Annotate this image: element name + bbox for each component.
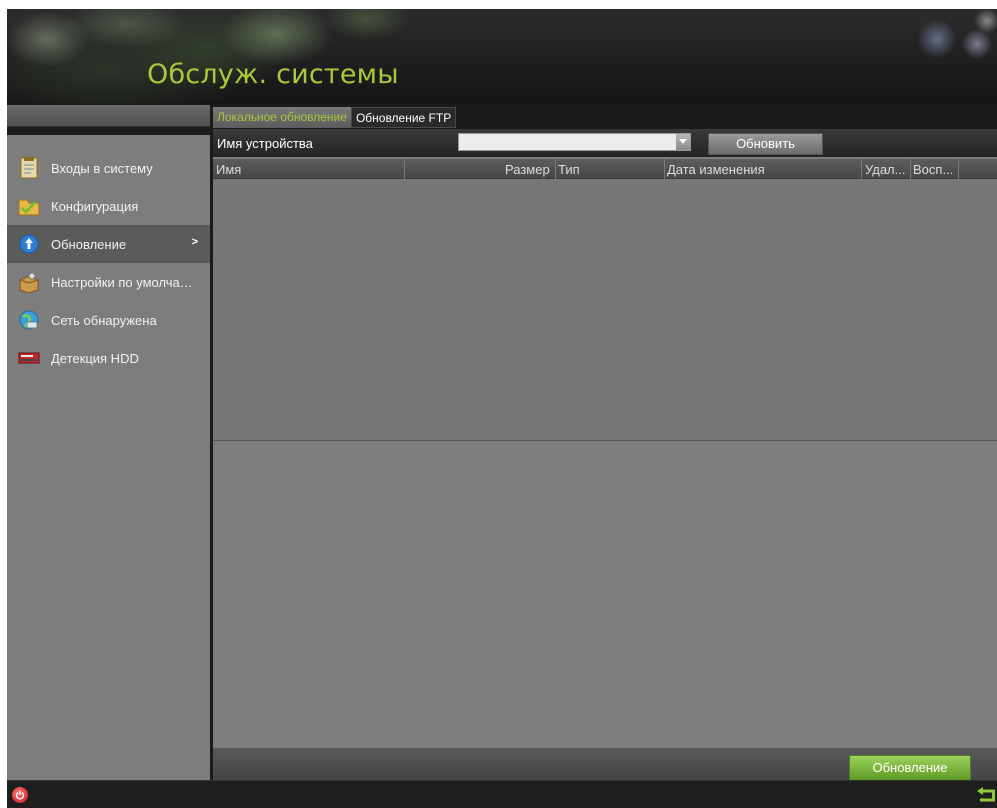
sidebar-item-label: Сеть обнаружена <box>51 312 157 328</box>
column-header-type[interactable]: Тип <box>558 162 580 177</box>
sidebar-item-logs[interactable]: Входы в систему <box>7 149 210 187</box>
action-bar: Обновление <box>213 748 997 781</box>
sidebar-item-defaults[interactable]: Настройки по умолчан... <box>7 263 210 301</box>
sidebar-item-label: Обновление <box>51 236 127 252</box>
upgrade-button[interactable]: Обновление <box>849 755 971 781</box>
column-header-name[interactable]: Имя <box>216 162 241 177</box>
page-title: Обслуж. системы <box>147 59 399 90</box>
column-divider[interactable] <box>861 159 862 179</box>
power-icon[interactable] <box>12 787 28 803</box>
column-header-date[interactable]: Дата изменения <box>667 162 765 177</box>
default-box-icon <box>18 271 40 293</box>
network-globe-icon <box>18 309 40 331</box>
device-row: Имя устройства Обновить <box>213 129 997 157</box>
sidebar-item-label: Конфигурация <box>51 198 139 214</box>
header-bokeh-image <box>857 9 997 104</box>
tab-ftp-upgrade[interactable]: Обновление FTP <box>350 107 457 128</box>
app-window: Обслуж. системы Входы в систему Конфигур… <box>7 9 997 808</box>
tab-local-upgrade[interactable]: Локальное обновление <box>213 107 351 128</box>
sidebar-item-upgrade[interactable]: Обновление > <box>7 225 210 263</box>
back-icon[interactable] <box>975 784 997 804</box>
content-panel: Имя устройства Обновить Имя Размер Тип Д… <box>213 129 997 781</box>
sidebar-item-network[interactable]: Сеть обнаружена <box>7 301 210 339</box>
column-divider[interactable] <box>404 159 405 179</box>
log-document-icon <box>18 157 40 179</box>
upgrade-arrow-icon <box>18 233 40 255</box>
device-select[interactable] <box>458 133 691 151</box>
chevron-right-icon: > <box>191 236 198 248</box>
column-divider[interactable] <box>664 159 665 179</box>
status-bar <box>7 780 997 808</box>
sidebar-item-hdd[interactable]: Детекция HDD <box>7 339 210 377</box>
chevron-down-icon[interactable] <box>676 134 690 150</box>
device-name-label: Имя устройства <box>217 136 313 151</box>
hdd-icon <box>18 347 40 369</box>
column-divider[interactable] <box>958 159 959 179</box>
sidebar-item-label: Настройки по умолчан... <box>51 274 196 290</box>
column-divider[interactable] <box>910 159 911 179</box>
file-table-body[interactable] <box>213 179 997 441</box>
column-header-play[interactable]: Восп... <box>913 162 957 177</box>
config-folder-icon <box>18 195 40 217</box>
sidebar: Входы в систему Конфигурация Обновление … <box>7 135 210 780</box>
header-banner: Обслуж. системы <box>7 9 997 104</box>
sidebar-item-config[interactable]: Конфигурация <box>7 187 210 225</box>
refresh-button[interactable]: Обновить <box>708 133 823 155</box>
file-table-header: Имя Размер Тип Дата изменения Удал... Во… <box>213 159 997 179</box>
column-divider[interactable] <box>555 159 556 179</box>
tab-bar: Локальное обновление Обновление FTP <box>213 107 457 128</box>
column-header-delete[interactable]: Удал... <box>865 162 909 177</box>
column-header-size[interactable]: Размер <box>505 162 550 177</box>
sidebar-item-label: Входы в систему <box>51 160 153 176</box>
sidebar-item-label: Детекция HDD <box>51 350 139 366</box>
sidebar-header <box>7 105 210 127</box>
